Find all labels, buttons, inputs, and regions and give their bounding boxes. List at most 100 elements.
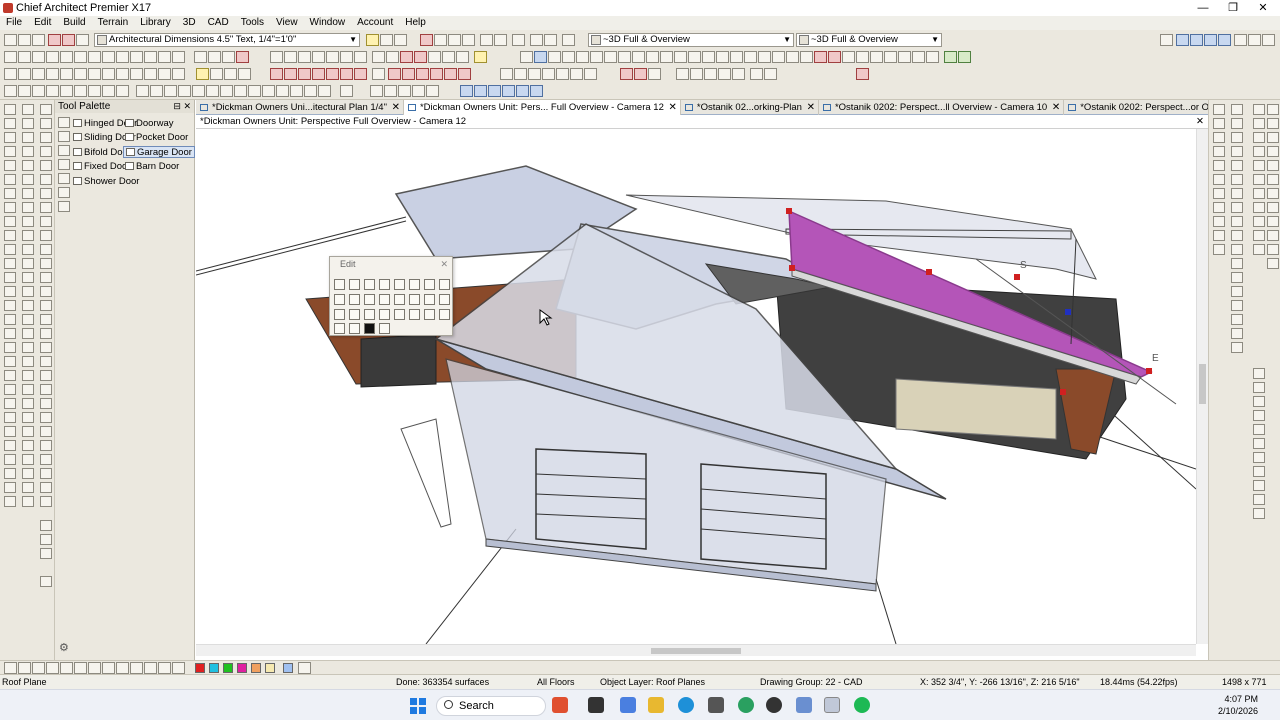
paste-icon[interactable] xyxy=(439,294,450,305)
toolbar-icon[interactable] xyxy=(206,85,219,97)
tool-icon[interactable] xyxy=(22,412,34,423)
close-icon[interactable]: ✕ xyxy=(392,100,400,115)
toolbar-icon[interactable] xyxy=(480,34,493,46)
tool-icon[interactable] xyxy=(4,398,16,409)
tool-icon[interactable] xyxy=(22,454,34,465)
tool-icon[interactable] xyxy=(4,174,16,185)
toolbar-icon[interactable] xyxy=(420,34,433,46)
toolbar-icon[interactable] xyxy=(474,85,487,97)
toolbar-icon[interactable] xyxy=(102,51,115,63)
edit-tool-icon[interactable] xyxy=(424,309,435,320)
tool-icon[interactable] xyxy=(4,468,16,479)
tool-icon[interactable] xyxy=(1231,188,1243,199)
horizontal-scrollbar[interactable] xyxy=(196,644,1196,656)
toolbar-icon[interactable] xyxy=(102,85,115,97)
toolbar-icon[interactable] xyxy=(576,51,589,63)
scrollbar-thumb[interactable] xyxy=(651,648,741,654)
tool-icon[interactable] xyxy=(40,188,52,199)
tool-icon[interactable] xyxy=(22,300,34,311)
view-preset-select-1[interactable]: ~3D Full & Overview ▼ xyxy=(588,33,794,47)
toolbar-icon[interactable] xyxy=(46,68,59,80)
palette-item-garage-door[interactable]: Garage Door xyxy=(123,146,195,158)
toolbar-icon[interactable] xyxy=(460,85,473,97)
toolbar-icon[interactable] xyxy=(618,51,631,63)
tool-icon[interactable] xyxy=(4,426,16,437)
toolbar-icon[interactable] xyxy=(604,51,617,63)
toolbar-icon[interactable] xyxy=(494,34,507,46)
tool-icon[interactable] xyxy=(1267,104,1279,115)
toolbar-icon[interactable] xyxy=(304,85,317,97)
palette-item-barn-door[interactable]: Barn Door xyxy=(125,161,179,173)
toolbar-icon[interactable] xyxy=(562,34,575,46)
tool-icon[interactable] xyxy=(22,258,34,269)
edit-tool-icon[interactable] xyxy=(409,294,420,305)
tool-icon[interactable] xyxy=(22,174,34,185)
tool-icon[interactable] xyxy=(22,132,34,143)
color-swatch-cream[interactable] xyxy=(265,663,275,673)
chrome-browser-icon[interactable] xyxy=(766,697,782,713)
toolbar-icon[interactable] xyxy=(48,34,61,46)
tool-icon[interactable] xyxy=(1231,216,1243,227)
tool-icon[interactable] xyxy=(40,576,52,587)
tool-icon[interactable] xyxy=(4,146,16,157)
tool-icon[interactable] xyxy=(40,356,52,367)
tool-icon[interactable] xyxy=(40,174,52,185)
tool-icon[interactable] xyxy=(40,520,52,531)
toolbar-icon[interactable] xyxy=(102,68,115,80)
toolbar-icon[interactable] xyxy=(276,85,289,97)
tab-ostanik-working-plan[interactable]: *Ostanik 02...orking-Plan ✕ xyxy=(681,100,819,115)
tool-icon[interactable] xyxy=(40,548,52,559)
tool-icon[interactable] xyxy=(40,132,52,143)
tool-icon[interactable] xyxy=(1267,244,1279,255)
tool-icon[interactable] xyxy=(1213,132,1225,143)
color-swatch-cyan[interactable] xyxy=(209,663,219,673)
tool-icon[interactable] xyxy=(1267,132,1279,143)
toolbar-icon[interactable] xyxy=(18,68,31,80)
toolbar-icon[interactable] xyxy=(18,34,31,46)
tool-icon[interactable] xyxy=(22,202,34,213)
toolbar-icon[interactable] xyxy=(434,34,447,46)
toolbar-icon[interactable] xyxy=(1262,34,1275,46)
toolbar-icon[interactable] xyxy=(660,51,673,63)
tool-icon[interactable] xyxy=(1253,396,1265,407)
edit-tool-icon[interactable] xyxy=(379,309,390,320)
toolbar-icon[interactable] xyxy=(842,51,855,63)
menu-3d[interactable]: 3D xyxy=(177,16,202,30)
tool-icon[interactable] xyxy=(22,104,34,115)
tab-dickman-camera-12[interactable]: *Dickman Owners Unit: Pers... Full Overv… xyxy=(403,100,681,115)
menu-file[interactable]: File xyxy=(0,16,28,30)
toolbar-icon[interactable] xyxy=(144,51,157,63)
edit-tool-icon[interactable] xyxy=(349,323,360,334)
toolbar-icon[interactable] xyxy=(340,68,353,80)
tool-icon[interactable] xyxy=(1253,410,1265,421)
north-arrow-icon[interactable] xyxy=(1253,368,1265,379)
palette-item-shower-door[interactable]: Shower Door xyxy=(73,176,139,188)
tool-icon[interactable] xyxy=(1213,160,1225,171)
tool-icon[interactable] xyxy=(1231,104,1243,115)
tool-icon[interactable] xyxy=(40,370,52,381)
tool-icon[interactable] xyxy=(1267,174,1279,185)
tool-icon[interactable] xyxy=(40,534,52,545)
tool-icon[interactable] xyxy=(22,370,34,381)
toolbar-icon[interactable] xyxy=(208,51,221,63)
menu-edit[interactable]: Edit xyxy=(28,16,57,30)
taskbar-app-icon[interactable] xyxy=(620,697,636,713)
toolbar-icon[interactable] xyxy=(172,51,185,63)
tool-icon[interactable] xyxy=(1231,300,1243,311)
edit-tool-icon[interactable] xyxy=(334,309,345,320)
tool-icon[interactable] xyxy=(40,440,52,451)
toolbar-icon[interactable] xyxy=(528,68,541,80)
toolbar-icon[interactable] xyxy=(130,662,143,674)
tool-icon[interactable] xyxy=(1213,188,1225,199)
tool-icon[interactable] xyxy=(22,272,34,283)
toolbar-icon[interactable] xyxy=(1204,34,1217,46)
toolbar-icon[interactable] xyxy=(398,85,411,97)
toolbar-icon[interactable] xyxy=(18,85,31,97)
toolbar-icon[interactable] xyxy=(590,51,603,63)
taskbar-app-widget-icon[interactable] xyxy=(552,697,568,713)
toolbar-icon[interactable] xyxy=(238,68,251,80)
tool-icon[interactable] xyxy=(1253,216,1265,227)
menu-build[interactable]: Build xyxy=(57,16,91,30)
toolbar-icon[interactable] xyxy=(870,51,883,63)
tool-icon[interactable] xyxy=(40,468,52,479)
